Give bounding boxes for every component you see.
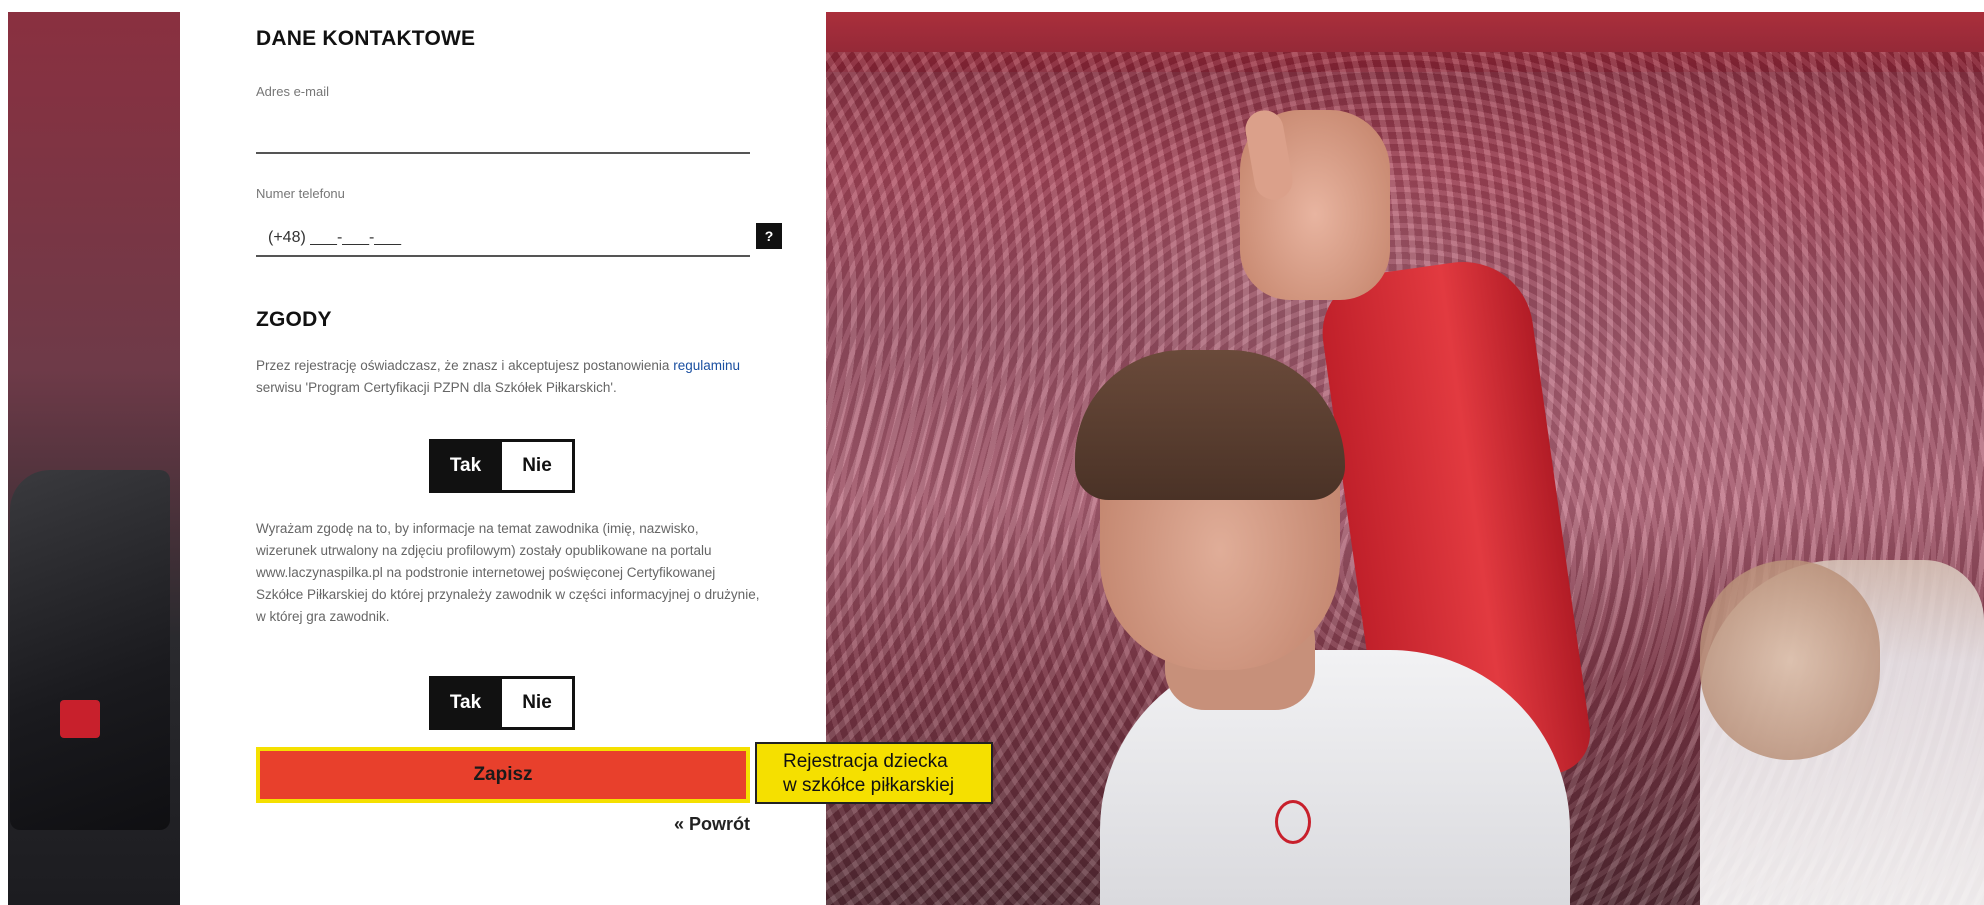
phone-label: Numer telefonu (256, 186, 345, 201)
email-underline (256, 152, 750, 154)
consent-terms-text: Przez rejestrację oświadczasz, że znasz … (256, 355, 761, 399)
consent-terms-text-start: Przez rejestrację oświadczasz, że znasz … (256, 358, 674, 373)
back-link[interactable]: « Powrót (660, 814, 750, 835)
phone-underline (256, 255, 750, 257)
phone-field[interactable] (256, 223, 750, 253)
consent-publication-text: Wyrażam zgodę na to, by informacje na te… (256, 521, 760, 624)
email-field[interactable] (256, 120, 750, 150)
consent-terms-no[interactable]: Nie (502, 442, 572, 490)
consent-terms-yes[interactable]: Tak (432, 442, 502, 490)
consent-publication-no[interactable]: Nie (502, 679, 572, 727)
consent-terms-text-end: serwisu 'Program Certyfikacji PZPN dla S… (256, 380, 617, 395)
callout-line-2: w szkółce piłkarskiej (783, 775, 955, 796)
phone-help-button[interactable]: ? (756, 223, 782, 249)
consent-publication-yes[interactable]: Tak (432, 679, 502, 727)
camera-logo (60, 700, 100, 738)
contact-section-title: DANE KONTAKTOWE (256, 27, 476, 50)
terms-link[interactable]: regulaminu (673, 358, 740, 373)
tv-camera (10, 470, 170, 830)
callout-line-1: Rejestracja dziecka (783, 751, 948, 772)
email-label: Adres e-mail (256, 84, 329, 99)
team-crest (1275, 800, 1311, 844)
consent-publication-toggle: Tak Nie (429, 676, 575, 730)
registration-form-panel: DANE KONTAKTOWE Adres e-mail Numer telef… (180, 12, 826, 905)
consent-terms-toggle: Tak Nie (429, 439, 575, 493)
callout-tooltip: Rejestracja dziecka w szkółce piłkarskie… (755, 742, 993, 804)
submit-button[interactable]: Zapisz (256, 747, 750, 803)
consents-section-title: ZGODY (256, 308, 332, 331)
background-player-head (1700, 560, 1880, 760)
